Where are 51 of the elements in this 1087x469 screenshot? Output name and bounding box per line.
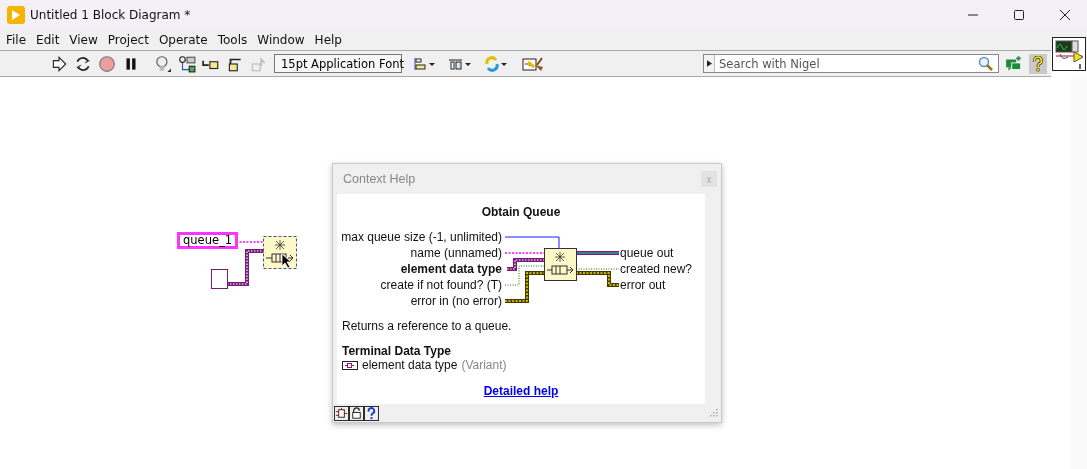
section-heading: Terminal Data Type (341, 344, 452, 358)
menu-item[interactable]: Tools (214, 33, 255, 47)
menu-item[interactable]: Operate (155, 33, 215, 47)
resize-grip-icon[interactable] (710, 409, 718, 417)
input-terminal-label: max queue size (-1, unlimited) (341, 229, 502, 245)
lightbulb-icon[interactable] (154, 54, 172, 73)
menu-item[interactable]: File (3, 33, 34, 47)
detailed-help-link[interactable]: Detailed help (483, 384, 559, 398)
help-window-title: Context Help (343, 172, 416, 186)
app-logo-icon (7, 6, 25, 24)
terminal-type: (Variant) (461, 358, 507, 372)
chat-icon[interactable] (1005, 54, 1023, 73)
description-text: Returns a reference to a queue. (341, 319, 513, 333)
function-name: Obtain Queue (480, 204, 562, 221)
input-terminal-label: name (unnamed) (410, 245, 502, 261)
search-field[interactable]: Search with Nigel (703, 54, 999, 73)
lock-icon[interactable] (349, 405, 364, 421)
abort-icon[interactable] (98, 54, 116, 73)
context-help-button[interactable] (1029, 53, 1047, 74)
menu-arrow-icon[interactable] (706, 60, 712, 67)
search-icon[interactable] (978, 55, 994, 72)
reorder-icon[interactable] (484, 55, 510, 72)
variant-terminal-icon (342, 360, 358, 370)
menu-item[interactable]: Edit (33, 33, 67, 47)
run-continuously-icon[interactable] (74, 54, 92, 73)
queue-name-constant[interactable]: queue_1 (177, 232, 239, 249)
font-dropdown[interactable]: 15pt Application Font (274, 54, 402, 73)
show-connector-icon[interactable] (334, 405, 349, 421)
menu-item[interactable]: Project (104, 33, 156, 47)
output-terminal-label: created new? (620, 261, 693, 277)
menu-item[interactable]: Help (311, 33, 349, 47)
output-terminal-label: queue out (620, 245, 674, 261)
input-terminal-label: error in (no error) (410, 293, 502, 309)
menu-item[interactable]: Window (254, 33, 312, 47)
search-input[interactable]: Search with Nigel (715, 56, 978, 71)
align-objects-icon[interactable] (412, 55, 438, 72)
vi-icon[interactable] (1052, 37, 1086, 71)
menu-item[interactable]: View (66, 33, 105, 47)
help-icon[interactable] (364, 405, 379, 421)
probe-icon[interactable] (178, 54, 196, 73)
input-terminal-label: element data type (400, 261, 502, 277)
window-title: Untitled 1 Block Diagram * (30, 8, 191, 22)
close-icon[interactable] (1059, 9, 1071, 21)
obtain-queue-node-icon[interactable] (263, 236, 297, 269)
run-arrow-icon[interactable] (50, 54, 68, 73)
maximize-icon[interactable] (1013, 9, 1025, 21)
terminal-name: element data type (362, 358, 458, 372)
cleanup-diagram-icon[interactable] (520, 55, 546, 72)
output-terminal-label: error out (620, 277, 666, 293)
element-type-control[interactable] (211, 269, 228, 289)
input-terminal-label: create if not found? (T) (380, 277, 502, 293)
